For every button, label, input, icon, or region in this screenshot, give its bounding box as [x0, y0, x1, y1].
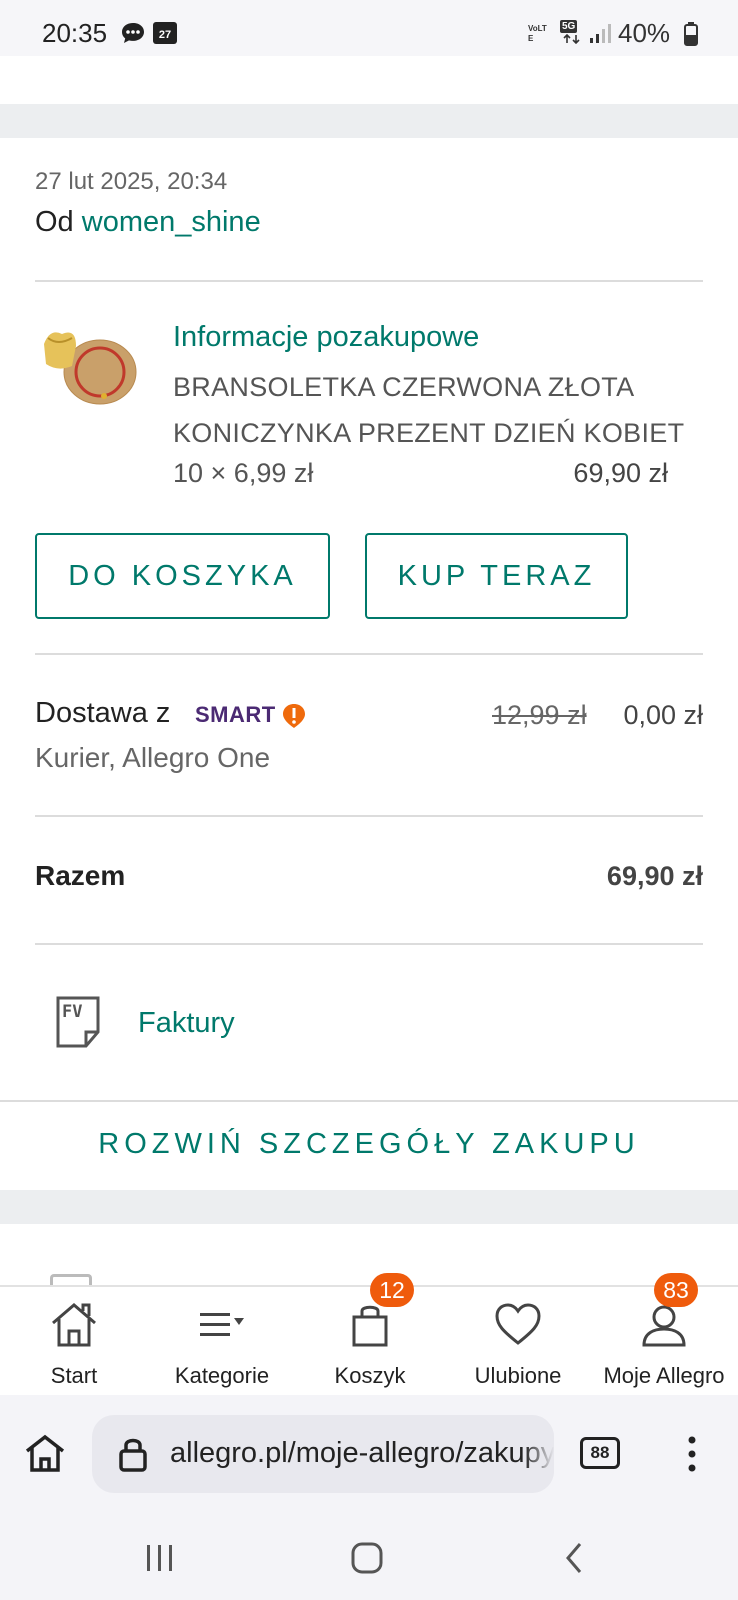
delivery-price: 0,00 zł [623, 700, 703, 730]
home-icon [52, 1303, 96, 1347]
cart-icon [352, 1305, 388, 1347]
bottom-navigation: Start Kategorie 12 Koszyk Ulubione 83 Mo… [0, 1273, 738, 1397]
divider [35, 653, 703, 655]
back-icon[interactable] [562, 1541, 586, 1575]
battery-icon [684, 22, 698, 46]
browser-home-icon[interactable] [24, 1433, 66, 1473]
seller-line: Od women_shine [35, 206, 261, 239]
delivery-old-price: 12,99 zł [492, 700, 587, 730]
buy-now-button[interactable]: KUP TERAZ [365, 533, 628, 619]
nav-cart-label: Koszyk [334, 1363, 406, 1388]
tabs-count-button[interactable]: 88 [580, 1437, 620, 1469]
browser-toolbar: allegro.pl/moje-allegro/zakupy 88 [0, 1395, 738, 1513]
nav-my-allegro-label: Moje Allegro [603, 1363, 725, 1388]
nav-start-label: Start [50, 1363, 98, 1388]
divider [35, 815, 703, 817]
calendar-day: 27 [158, 28, 172, 41]
smart-badge-icon [283, 704, 305, 728]
divider [35, 280, 703, 282]
url-fade [524, 1415, 554, 1493]
lock-icon [119, 1438, 147, 1472]
menu-icon [200, 1313, 244, 1336]
divider [0, 1100, 738, 1102]
status-time: 20:35 [42, 18, 108, 48]
section-separator [0, 104, 738, 138]
invoice-row[interactable]: FV Faktury [35, 985, 703, 1057]
product-total: 69,90 zł [573, 458, 668, 488]
recent-apps-icon[interactable] [144, 1543, 176, 1573]
volte-icon: VoLTE [528, 22, 550, 46]
section-separator [0, 1190, 738, 1224]
expand-details-link[interactable]: ROZWIŃ SZCZEGÓŁY ZAKUPU [0, 1128, 738, 1161]
seller-link[interactable]: women_shine [82, 206, 261, 238]
heart-icon [495, 1303, 541, 1345]
user-icon [642, 1305, 686, 1347]
url-bar[interactable]: allegro.pl/moje-allegro/zakupy [92, 1415, 554, 1493]
add-to-cart-button[interactable]: DO KOSZYKA [35, 533, 330, 619]
nav-categories[interactable]: Kategorie [148, 1287, 296, 1397]
chat-icon [122, 23, 144, 43]
nav-start[interactable]: Start [0, 1287, 148, 1397]
total-label: Razem [35, 860, 126, 891]
order-date: 27 lut 2025, 20:34 [35, 168, 228, 195]
home-button-icon[interactable] [350, 1541, 384, 1575]
product-thumbnail[interactable] [36, 324, 140, 412]
signal-icon [590, 24, 611, 43]
product-title[interactable]: BRANSOLETKA CZERWONA ZŁOTA KONICZYNKA PR… [173, 364, 713, 456]
post-purchase-info-link[interactable]: Informacje pozakupowe [173, 321, 479, 354]
total-value: 69,90 zł [606, 861, 703, 891]
network-label: 5G [560, 20, 578, 33]
invoice-icon: FV [56, 996, 100, 1048]
url-text: allegro.pl/moje-allegro/zakupy [170, 1437, 554, 1469]
cart-badge: 12 [370, 1273, 414, 1307]
network-5g-icon: 5G [560, 20, 584, 46]
product-quantity-price: 10 × 6,99 zł [173, 458, 314, 488]
status-bar: 20:35 27 VoLTE 5G 40% [0, 0, 738, 56]
my-allegro-badge: 83 [654, 1273, 698, 1307]
seller-prefix: Od [35, 206, 74, 238]
smart-logo: SMART [195, 702, 276, 727]
nav-favorites-label: Ulubione [474, 1363, 562, 1388]
nav-favorites[interactable]: Ulubione [444, 1287, 592, 1397]
invoice-label: Faktury [138, 1007, 235, 1039]
divider [35, 943, 703, 945]
volte-label: VoLTE [528, 24, 547, 43]
nav-categories-label: Kategorie [174, 1363, 270, 1388]
delivery-method: Kurier, Allegro One [35, 742, 271, 773]
calendar-icon: 27 [153, 22, 177, 44]
invoice-icon-text: FV [62, 1002, 83, 1022]
nav-my-allegro[interactable]: 83 Moje Allegro [590, 1273, 738, 1397]
more-options-icon[interactable] [686, 1435, 698, 1473]
system-navigation [0, 1513, 738, 1600]
nav-cart[interactable]: 12 Koszyk [296, 1273, 444, 1397]
battery-percent: 40% [618, 18, 671, 48]
delivery-label: Dostawa z [35, 697, 171, 729]
